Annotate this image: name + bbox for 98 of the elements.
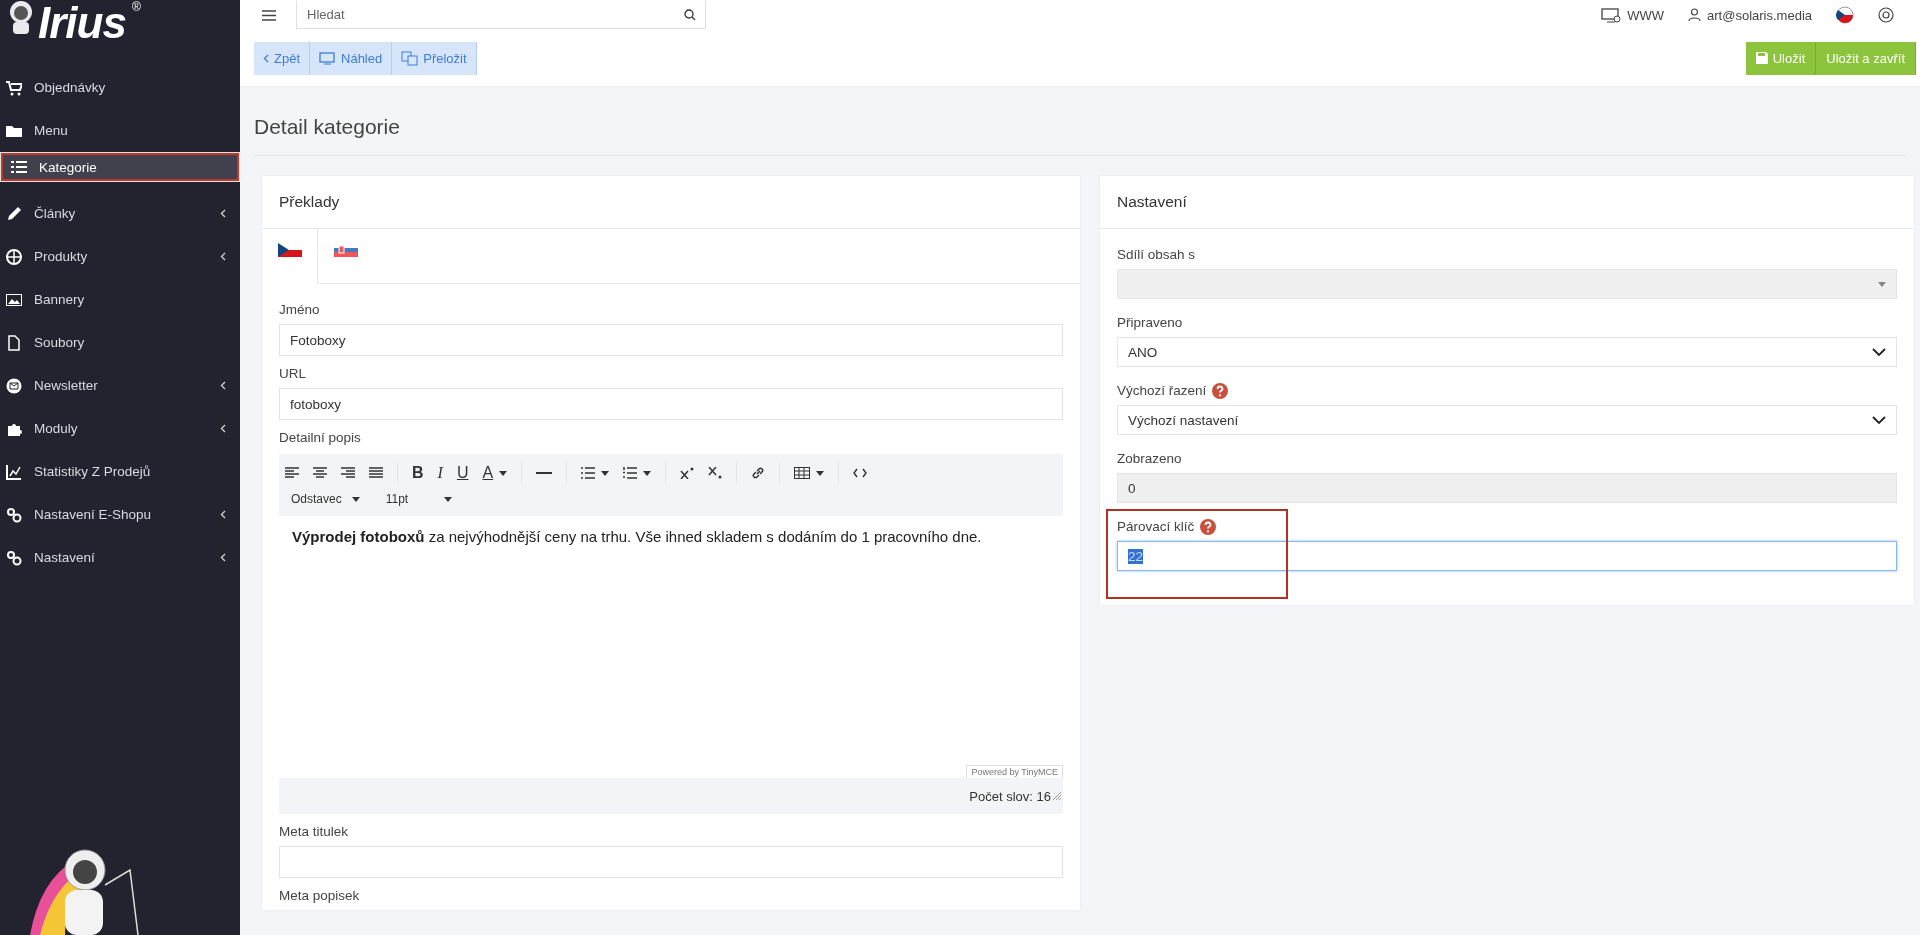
cogs-icon [6, 549, 22, 566]
sidebar-item[interactable]: Bannery [0, 278, 240, 321]
card-title: Překlady [262, 176, 1080, 229]
chevron-left-icon [220, 553, 226, 562]
monitor-icon [1601, 7, 1622, 23]
sidebar-item[interactable]: Články [0, 192, 240, 235]
bold-button[interactable]: B [412, 464, 424, 482]
sidebar-item[interactable]: Kategorie [0, 152, 240, 182]
align-right-icon[interactable] [341, 467, 355, 479]
sidebar-item[interactable]: Statistiky Z Prodejů [0, 450, 240, 493]
caret-icon [444, 496, 453, 502]
field-label: Meta titulek [279, 824, 350, 839]
chevron-left-icon [220, 252, 226, 261]
monitor-icon [319, 51, 336, 65]
sidebar-item[interactable]: Objednávky [0, 66, 240, 109]
file-icon [6, 334, 22, 351]
caret-icon[interactable] [643, 470, 652, 476]
select-field[interactable]: Výchozí nastavení [1117, 405, 1897, 435]
align-left-icon[interactable] [285, 467, 299, 479]
page-title: Detail kategorie [254, 87, 1906, 156]
word-count: Počet slov: 16 [969, 788, 1051, 804]
field-value: 0 [1128, 480, 1136, 496]
field-label: URL [279, 366, 307, 381]
field-value: 22 [1128, 548, 1144, 564]
italic-button[interactable]: I [437, 464, 443, 482]
sidebar-item[interactable]: Soubory [0, 321, 240, 364]
help-icon[interactable] [1200, 519, 1217, 535]
flag-icon [277, 243, 302, 257]
floppy-icon [1755, 52, 1768, 64]
text-color-button[interactable]: A [482, 464, 494, 482]
user-link[interactable]: art@solaris.media [1688, 7, 1812, 23]
chevron-down-icon [1872, 415, 1886, 425]
mail-icon [6, 377, 22, 394]
language-tab[interactable] [262, 229, 318, 284]
link-icon[interactable] [751, 466, 766, 480]
field-label: Párovací klíč [1117, 519, 1195, 534]
font-size-dropdown[interactable]: 11pt [379, 492, 459, 506]
cart-icon [6, 79, 22, 96]
caret-icon [1878, 281, 1886, 287]
chart-icon [6, 463, 22, 480]
flag-icon [334, 243, 358, 257]
flag-icon[interactable] [1836, 6, 1854, 24]
align-center-icon[interactable] [313, 467, 327, 479]
menu-icon[interactable] [262, 9, 276, 21]
field-label: Výchozí řazení [1117, 383, 1207, 398]
field-label: Zobrazeno [1117, 451, 1182, 466]
sidebar-item[interactable]: Produkty [0, 235, 240, 278]
bullet-list-icon[interactable] [581, 467, 596, 479]
field-label: Meta popisek [279, 888, 361, 903]
resize-handle-icon[interactable] [1053, 792, 1061, 800]
sidebar-item[interactable]: Menu [0, 109, 240, 152]
meta-title-field[interactable] [279, 846, 1063, 878]
subscript-icon[interactable] [708, 467, 723, 479]
sidebar-item[interactable]: Newsletter [0, 364, 240, 407]
card-title: Nastavení [1100, 176, 1914, 229]
numbered-list-icon[interactable] [623, 467, 638, 479]
editor-text[interactable]: Výprodej fotoboxů za nejvýhodnější ceny na trhu. Vše ihned skladem s dodáním do 1 pracovního dne. [292, 528, 1050, 545]
chevron-left-icon [220, 209, 226, 218]
search-field[interactable]: Hledat [296, 1, 706, 29]
list-icon [11, 159, 27, 175]
field-label: Připraveno [1117, 315, 1183, 330]
registered-mark: ® [131, 0, 141, 14]
cogs-icon [6, 506, 22, 523]
sidebar-item[interactable]: Moduly [0, 407, 240, 450]
underline-button[interactable]: U [456, 464, 469, 482]
chevron-left-icon [263, 53, 269, 63]
field-label: Detailní popis [279, 430, 362, 445]
url-field[interactable]: fotoboxy [279, 388, 1063, 420]
field-value: Výchozí nastavení [1128, 412, 1239, 428]
chevron-left-icon [220, 424, 226, 433]
ball-icon [6, 248, 22, 265]
name-field[interactable]: Fotoboxy [279, 324, 1063, 356]
sidebar-item[interactable]: Nastavení E-Shopu [0, 493, 240, 536]
chevron-left-icon [220, 510, 226, 519]
help-icon[interactable] [1212, 383, 1229, 399]
user-icon [1688, 8, 1702, 22]
image-icon [6, 291, 22, 308]
sidebar-item[interactable]: Nastavení [0, 536, 240, 579]
field-label: Sdílí obsah s [1117, 247, 1196, 262]
superscript-icon[interactable] [680, 467, 695, 479]
translate-icon [401, 50, 419, 66]
caret-icon[interactable] [499, 470, 508, 476]
field-label: Jméno [279, 302, 321, 317]
chevron-left-icon [220, 381, 226, 390]
search-icon[interactable] [684, 9, 696, 21]
caret-icon [351, 496, 360, 502]
caret-icon[interactable] [601, 470, 610, 476]
table-icon[interactable] [794, 467, 811, 479]
align-justify-icon[interactable] [369, 467, 383, 479]
chevron-down-icon [1872, 347, 1886, 357]
code-icon[interactable] [853, 468, 868, 478]
website-link[interactable]: WWW [1601, 7, 1665, 23]
field-value: ANO [1128, 344, 1158, 360]
logo-text[interactable]: Irius [38, 0, 130, 46]
select-field[interactable]: ANO [1117, 337, 1897, 367]
pencil-icon [6, 205, 22, 222]
caret-icon[interactable] [816, 470, 825, 476]
block-format-dropdown[interactable]: Odstavec [285, 492, 366, 506]
